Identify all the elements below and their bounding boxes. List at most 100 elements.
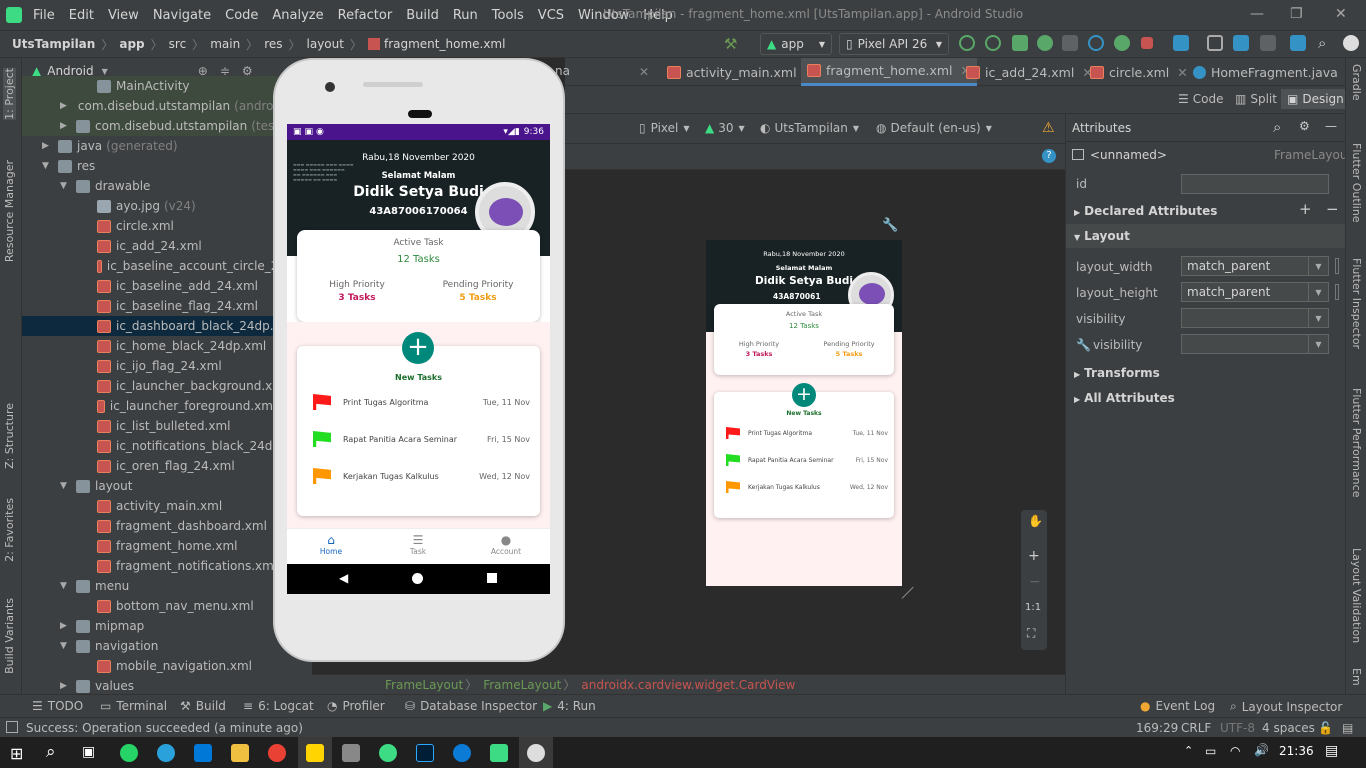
coverage-icon[interactable] [1062, 35, 1078, 51]
build-tab[interactable]: ⚒ Build [180, 699, 226, 713]
tree-item[interactable]: ic_baseline_flag_24.xml [22, 296, 312, 316]
chevron-down-icon[interactable]: ▼ [1308, 335, 1328, 353]
tree-item[interactable]: ▶ java (generated) [22, 136, 312, 156]
menu-build[interactable]: Build [399, 8, 446, 23]
tree-item[interactable]: fragment_dashboard.xml [22, 516, 312, 536]
layout-height-field[interactable]: match_parent ▼ [1181, 282, 1329, 302]
gear-icon[interactable]: ⚙ [1299, 119, 1310, 133]
tree-item[interactable]: activity_main.xml [22, 496, 312, 516]
expand-arrow-icon[interactable]: ▼ [60, 481, 70, 491]
emulator-app-icon[interactable] [527, 744, 545, 762]
tab-activity-main[interactable]: activity_main.xml✕ [661, 58, 821, 86]
camera-app-icon[interactable] [342, 744, 360, 762]
profile-icon[interactable] [1088, 35, 1104, 51]
layout-section[interactable]: ▼ Layout [1074, 229, 1130, 243]
chevron-down-icon[interactable]: ▼ [102, 67, 108, 76]
lock-icon[interactable]: 🔓 [1318, 721, 1333, 735]
project-structure-icon[interactable] [1290, 35, 1306, 51]
file-explorer-icon[interactable] [231, 744, 249, 762]
attach-debugger-icon[interactable] [1114, 35, 1130, 51]
tree-item[interactable]: ic_baseline_account_circle_24.xml [22, 256, 312, 276]
pan-icon[interactable]: ✋ [1028, 514, 1043, 528]
help-icon[interactable]: ? [1042, 149, 1056, 163]
expand-arrow-icon[interactable]: ▼ [60, 641, 70, 651]
sticky-notes-icon[interactable] [306, 744, 324, 762]
apply-code-changes-icon[interactable] [985, 35, 1001, 51]
menu-navigate[interactable]: Navigate [146, 8, 218, 23]
wifi-icon[interactable]: ◠ [1230, 744, 1240, 758]
flutter-inspector-tab[interactable]: Flutter Inspector [1350, 258, 1363, 349]
remove-attribute-icon[interactable]: − [1326, 200, 1339, 218]
tree-item[interactable]: circle.xml [22, 216, 312, 236]
layout-inspector-icon[interactable] [1260, 35, 1276, 51]
indent-setting[interactable]: 4 spaces [1262, 721, 1315, 735]
menu-view[interactable]: View [101, 8, 146, 23]
hide-panel-icon[interactable]: — [1325, 119, 1337, 133]
breadcrumb-layout[interactable]: layout [307, 37, 344, 51]
clock[interactable]: 21:36 [1279, 744, 1314, 758]
menu-tools[interactable]: Tools [485, 8, 531, 23]
avd-manager-icon[interactable] [1207, 35, 1223, 51]
expand-arrow-icon[interactable]: ▶ [60, 621, 70, 631]
android-studio-icon[interactable] [490, 744, 508, 762]
chevron-down-icon[interactable]: ▼ [1308, 309, 1328, 327]
breadcrumb-app[interactable]: app [119, 37, 144, 51]
resize-handle[interactable] [901, 586, 925, 610]
tree-item[interactable]: ic_list_bulleted.xml [22, 416, 312, 436]
layout-preview[interactable]: Rabu,18 November 2020 Selamat Malam Didi… [706, 240, 902, 586]
menu-code[interactable]: Code [218, 8, 265, 23]
search-icon[interactable]: ⌕ [46, 742, 56, 762]
resource-picker[interactable] [1335, 284, 1339, 300]
chevron-down-icon[interactable]: ▼ [1308, 283, 1328, 301]
favorites-tab[interactable]: 2: Favorites [3, 498, 16, 562]
sdk-manager-icon[interactable] [1233, 35, 1249, 51]
tree-item[interactable]: ic_add_24.xml [22, 236, 312, 256]
design-mode-button[interactable]: ▣ Design [1281, 89, 1350, 109]
visibility-field[interactable]: ▼ [1181, 308, 1329, 328]
back-icon[interactable]: ◀ [339, 571, 348, 585]
expand-arrow-icon[interactable]: ▼ [60, 181, 70, 191]
tab-circle[interactable]: circle.xml ✕ [1084, 58, 1194, 86]
tools-visibility-field[interactable]: ▼ [1181, 334, 1329, 354]
tree-item[interactable]: ▼ navigation [22, 636, 312, 656]
task-row[interactable]: Print Tugas Algoritma Tue, 11 Nov [297, 394, 540, 410]
tree-item[interactable]: MainActivity [22, 76, 312, 96]
tab-home-fragment[interactable]: HomeFragment.java [1187, 58, 1344, 86]
photoshop-icon[interactable] [416, 744, 434, 762]
code-mode-button[interactable]: ☰ Code [1178, 92, 1224, 106]
close-icon[interactable]: ✕ [1335, 6, 1347, 22]
tree-item[interactable]: ic_launcher_background.xml [22, 376, 312, 396]
gradle-tab[interactable]: Gradle [1350, 64, 1363, 101]
structure-tab[interactable]: Z: Structure [3, 403, 16, 469]
tree-item[interactable]: ic_dashboard_black_24dp.xml [22, 316, 312, 336]
debug-icon[interactable] [1037, 35, 1053, 51]
add-attribute-icon[interactable]: + [1299, 200, 1312, 218]
edge-icon[interactable] [453, 744, 471, 762]
task-view-icon[interactable]: ▣ [82, 744, 95, 760]
add-task-button[interactable]: + [402, 332, 434, 364]
event-log-tab[interactable]: ● Event Log [1140, 699, 1215, 713]
tree-item[interactable]: mobile_navigation.xml [22, 656, 312, 676]
tree-item[interactable]: ▼ menu [22, 576, 312, 596]
profiler-tab[interactable]: ◔ Profiler [327, 699, 385, 713]
search-icon[interactable]: ⌕ [1273, 118, 1281, 136]
status-icon[interactable] [6, 721, 18, 733]
tree-item[interactable]: fragment_notifications.xml [22, 556, 312, 576]
tree-item[interactable]: ic_oren_flag_24.xml [22, 456, 312, 476]
menu-refactor[interactable]: Refactor [331, 8, 400, 23]
whatsapp-icon[interactable] [120, 744, 138, 762]
expand-arrow-icon[interactable]: ▶ [60, 101, 67, 111]
build-variants-tab[interactable]: Build Variants [3, 598, 16, 674]
menu-edit[interactable]: Edit [62, 8, 101, 23]
restore-icon[interactable]: ❐ [1290, 6, 1303, 22]
file-encoding[interactable]: UTF-8 [1220, 721, 1255, 735]
tab-overflow[interactable]: na [555, 64, 570, 78]
run-icon[interactable] [1012, 35, 1028, 51]
expand-arrow-icon[interactable]: ▶ [60, 121, 70, 131]
device-select[interactable]: ▯ Pixel API 26 ▼ [839, 33, 949, 55]
wrench-icon[interactable]: 🔧 [882, 218, 898, 233]
tree-item[interactable]: ▶ values [22, 676, 312, 696]
search-icon[interactable]: ⌕ [1318, 34, 1326, 52]
telegram-icon[interactable] [157, 744, 175, 762]
layout-validation-tab[interactable]: Layout Validation [1350, 548, 1363, 643]
